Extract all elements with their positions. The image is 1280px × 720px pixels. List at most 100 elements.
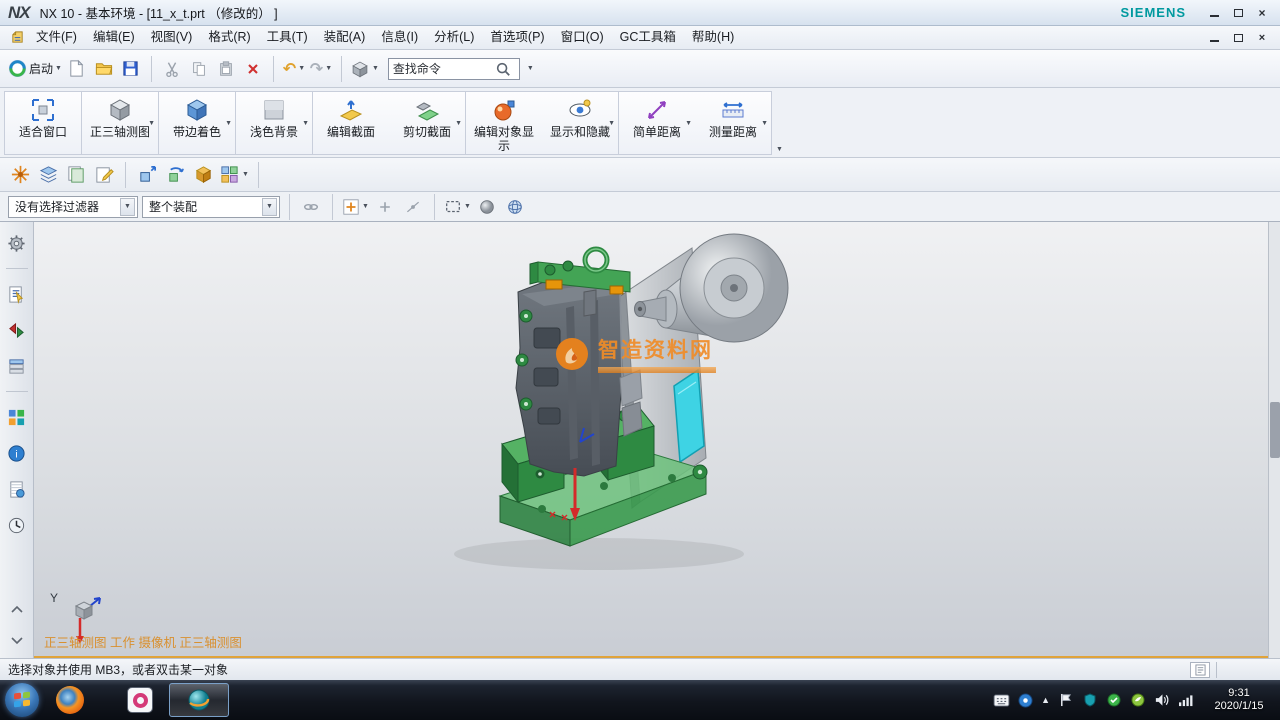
child-close-button[interactable]: × — [1252, 31, 1272, 45]
move-component-button[interactable] — [135, 162, 159, 188]
show-hide-button[interactable]: 显示和隐藏 ▼ — [542, 92, 618, 154]
dropdown-arrow-icon[interactable]: ▼ — [761, 120, 768, 127]
part-navigator-button[interactable] — [6, 355, 28, 377]
more-assembly-tools-button[interactable]: ▼ — [219, 162, 249, 188]
degrees-of-freedom-button[interactable] — [8, 162, 32, 188]
save-button[interactable] — [119, 56, 143, 82]
web-browser-button[interactable]: i — [6, 442, 28, 464]
input-method-indicator[interactable] — [993, 692, 1010, 709]
history-button[interactable] — [6, 514, 28, 536]
menu-file[interactable]: 文件(F) — [28, 26, 85, 49]
graphics-window[interactable]: 智造资料网 Y 正三轴测图 工作 摄像机 正三轴测图 — [34, 222, 1268, 658]
nx-taskbar-button[interactable] — [169, 683, 229, 717]
start-button[interactable] — [5, 683, 39, 717]
simple-distance-button[interactable]: 简单距离 ▼ — [619, 92, 695, 154]
redo-button[interactable]: ↷ ▼ — [309, 56, 333, 82]
menu-assemblies[interactable]: 装配(A) — [316, 26, 374, 49]
notebook-button[interactable] — [6, 478, 28, 500]
menu-information[interactable]: 信息(I) — [373, 26, 426, 49]
library-grid-icon — [7, 408, 26, 427]
dropdown-arrow-icon[interactable]: ▼ — [148, 120, 155, 127]
menu-edit[interactable]: 编辑(E) — [85, 26, 143, 49]
action-center-button[interactable] — [1057, 692, 1074, 709]
point-button[interactable] — [373, 194, 397, 220]
fit-window-button[interactable]: 适合窗口 — [5, 92, 81, 154]
menu-format[interactable]: 格式(R) — [200, 26, 258, 49]
assembly-layers-button[interactable] — [36, 162, 60, 188]
snap-point-button[interactable]: ▼ — [342, 194, 369, 220]
chain-select-button[interactable] — [299, 194, 323, 220]
dropdown-arrow-icon[interactable]: ▼ — [455, 120, 462, 127]
selection-scope-combo[interactable]: 整个装配 ▼ — [142, 196, 280, 218]
3d-model[interactable] — [434, 228, 834, 608]
sidebar-scroll-up-button[interactable] — [6, 598, 28, 620]
measure-distance-button[interactable]: 测量距离 ▼ — [695, 92, 771, 154]
command-search-input[interactable] — [393, 62, 495, 76]
vertical-scrollbar[interactable] — [1268, 222, 1280, 658]
midpoint-snap-button[interactable] — [401, 194, 425, 220]
save-floppy-icon — [121, 59, 140, 78]
shaded-with-edges-button[interactable]: 带边着色 ▼ — [159, 92, 235, 154]
annotation-button[interactable] — [92, 162, 116, 188]
assembly-navigator-icon — [7, 285, 26, 304]
menu-help[interactable]: 帮助(H) — [684, 26, 742, 49]
cut-button[interactable] — [160, 56, 184, 82]
updater-tray-button[interactable] — [1129, 692, 1146, 709]
open-button[interactable] — [92, 56, 116, 82]
firefox-icon — [56, 686, 84, 714]
maximize-button[interactable] — [1228, 5, 1248, 21]
sheet-stack-button[interactable] — [64, 162, 88, 188]
start-menu-button[interactable]: 启动 ▼ — [8, 56, 62, 82]
menu-window[interactable]: 窗口(O) — [553, 26, 612, 49]
edit-section-button[interactable]: 编辑截面 — [313, 92, 389, 154]
delete-button[interactable] — [241, 56, 265, 82]
volume-button[interactable] — [1153, 692, 1170, 709]
light-background-button[interactable]: 浅色背景 ▼ — [236, 92, 312, 154]
dropdown-arrow-icon[interactable]: ▼ — [225, 120, 232, 127]
taskbar-clock[interactable]: 9:31 2020/1/15 — [1202, 687, 1276, 713]
clip-section-button[interactable]: 剪切截面 ▼ — [389, 92, 465, 154]
close-button[interactable]: × — [1252, 5, 1272, 21]
menu-tools[interactable]: 工具(T) — [259, 26, 316, 49]
help-tray-button[interactable] — [1017, 692, 1034, 709]
reuse-library-button[interactable] — [6, 406, 28, 428]
security-tray-button[interactable] — [1105, 692, 1122, 709]
rotate-component-button[interactable] — [163, 162, 187, 188]
status-note-button[interactable] — [1190, 662, 1210, 678]
toolbar-overflow-icon[interactable]: ▼ — [776, 146, 783, 153]
wireframe-sphere-button[interactable] — [503, 194, 527, 220]
shaded-sphere-button[interactable] — [475, 194, 499, 220]
firefox-taskbar-button[interactable] — [55, 685, 85, 715]
dropdown-arrow-icon[interactable]: ▼ — [527, 65, 534, 72]
menu-preferences[interactable]: 首选项(P) — [482, 26, 552, 49]
app-taskbar-button[interactable] — [125, 685, 155, 715]
scrollbar-thumb[interactable] — [1270, 402, 1280, 458]
dropdown-arrow-icon[interactable]: ▼ — [608, 120, 615, 127]
minimize-button[interactable] — [1204, 5, 1224, 21]
isometric-view-button[interactable]: 正三轴测图 ▼ — [82, 92, 158, 154]
child-restore-button[interactable] — [1228, 31, 1248, 45]
menu-gc-toolbox[interactable]: GC工具箱 — [612, 26, 684, 49]
antivirus-tray-button[interactable] — [1081, 692, 1098, 709]
show-hidden-icons-button[interactable]: ▲ — [1041, 695, 1050, 705]
rectangle-select-button[interactable]: ▼ — [444, 194, 471, 220]
copy-button[interactable] — [187, 56, 211, 82]
roles-button[interactable] — [6, 232, 28, 254]
paste-button[interactable] — [214, 56, 238, 82]
command-finder[interactable] — [388, 58, 520, 80]
network-button[interactable] — [1177, 692, 1194, 709]
assembly-navigator-button[interactable] — [6, 283, 28, 305]
selection-filter-combo[interactable]: 没有选择过滤器 ▼ — [8, 196, 138, 218]
undo-button[interactable]: ↶ ▼ — [282, 56, 306, 82]
new-button[interactable] — [65, 56, 89, 82]
menu-analysis[interactable]: 分析(L) — [426, 26, 482, 49]
child-minimize-button[interactable] — [1204, 31, 1224, 45]
edit-object-display-button[interactable]: 编辑对象显示 — [466, 92, 542, 154]
dropdown-arrow-icon[interactable]: ▼ — [685, 120, 692, 127]
transform-button[interactable] — [191, 162, 215, 188]
view-style-button[interactable]: ▼ — [350, 56, 379, 82]
dropdown-arrow-icon[interactable]: ▼ — [302, 120, 309, 127]
sidebar-scroll-down-button[interactable] — [6, 630, 28, 652]
constraint-navigator-button[interactable] — [6, 319, 28, 341]
menu-view[interactable]: 视图(V) — [143, 26, 201, 49]
